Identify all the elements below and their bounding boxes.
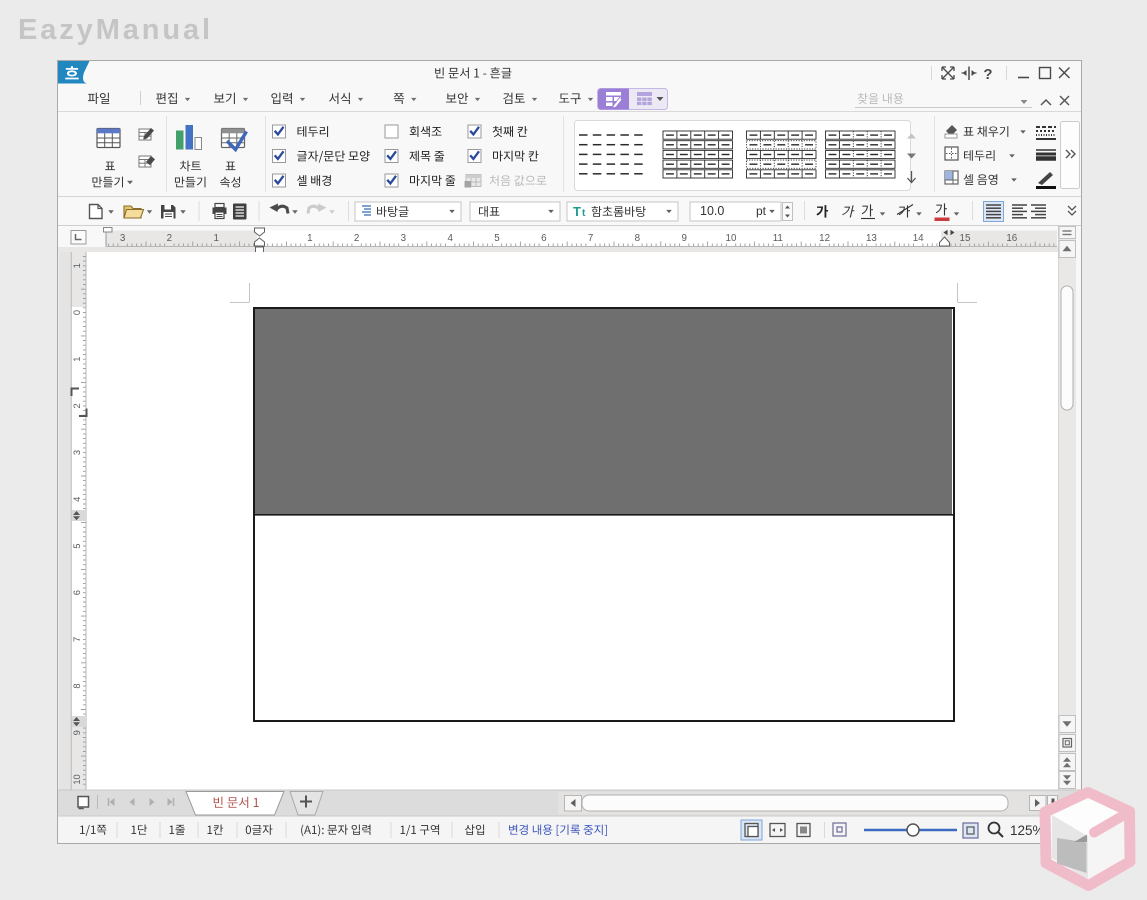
svg-text:6: 6	[541, 233, 547, 244]
svg-text:2: 2	[354, 233, 359, 244]
svg-text:2: 2	[72, 403, 82, 408]
svg-text:4: 4	[72, 497, 82, 502]
svg-text:10: 10	[726, 233, 737, 244]
svg-text:5: 5	[72, 543, 82, 548]
svg-text:14: 14	[913, 233, 924, 244]
svg-text:12: 12	[819, 233, 830, 244]
svg-text:3: 3	[401, 233, 407, 244]
svg-text:15: 15	[960, 233, 971, 244]
svg-text:pt: pt	[756, 204, 767, 218]
svg-text:6: 6	[72, 590, 82, 595]
svg-text:125%: 125%	[1010, 823, 1045, 838]
svg-text:4: 4	[447, 233, 453, 244]
svg-text:10.0: 10.0	[700, 204, 724, 218]
svg-text:0: 0	[72, 310, 82, 315]
svg-text:10: 10	[72, 774, 82, 784]
svg-text:7: 7	[72, 637, 82, 642]
svg-text:1: 1	[307, 233, 312, 244]
svg-text:2: 2	[167, 233, 172, 244]
svg-text:?: ?	[983, 66, 992, 83]
svg-text:9: 9	[72, 730, 82, 735]
svg-text:16: 16	[1006, 233, 1017, 244]
svg-text:8: 8	[72, 684, 82, 689]
svg-text:11: 11	[773, 233, 783, 244]
svg-text:3: 3	[72, 450, 82, 455]
svg-text:9: 9	[681, 233, 686, 244]
svg-text:3: 3	[120, 233, 126, 244]
svg-text:8: 8	[635, 233, 641, 244]
svg-text:1: 1	[72, 357, 82, 362]
svg-text:1: 1	[72, 263, 82, 268]
svg-text:7: 7	[588, 233, 593, 244]
svg-text:EazyManual: EazyManual	[18, 14, 213, 46]
svg-text:1: 1	[213, 233, 218, 244]
svg-text:13: 13	[866, 233, 877, 244]
svg-text:5: 5	[494, 233, 500, 244]
svg-text:T: T	[573, 204, 581, 219]
